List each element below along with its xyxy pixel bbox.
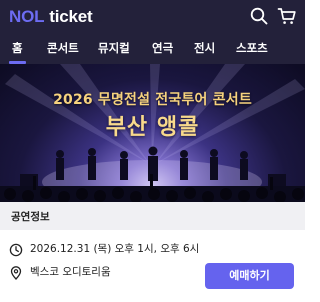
info-section-title: 공연정보 xyxy=(11,211,50,223)
tab-sports[interactable]: 스포츠 xyxy=(236,33,268,64)
app-header: NOL ticket xyxy=(0,0,305,33)
tab-exhibition[interactable]: 전시 xyxy=(194,33,215,64)
clock-icon xyxy=(9,242,23,257)
logo-ticket: ticket xyxy=(49,7,93,26)
concert-banner[interactable]: 2026 무명전설 전국투어 콘서트 부산 앵콜 xyxy=(0,64,305,202)
performance-datetime: 2026.12.31 (목) 오후 1시, 오후 6시 xyxy=(30,243,200,255)
category-nav: 홈 콘서트 뮤지컬 연극 전시 스포츠 xyxy=(0,33,305,64)
logo-nol: NOL xyxy=(9,7,45,26)
info-section-header: 공연정보 xyxy=(0,202,305,230)
search-icon[interactable] xyxy=(249,6,269,26)
cart-icon[interactable] xyxy=(277,6,297,26)
tab-concert[interactable]: 콘서트 xyxy=(47,33,79,64)
tab-home[interactable]: 홈 xyxy=(9,33,26,64)
banner-subtitle: 부산 앵콜 xyxy=(105,115,200,140)
tab-musical[interactable]: 뮤지컬 xyxy=(98,33,130,64)
app-logo[interactable]: NOL ticket xyxy=(9,7,93,26)
banner-title: 2026 무명전설 전국투어 콘서트 xyxy=(53,92,252,108)
book-button[interactable]: 예매하기 xyxy=(205,263,294,289)
tab-play[interactable]: 연극 xyxy=(152,33,173,64)
venue-name: 벡스코 오디토리움 xyxy=(30,266,111,278)
location-pin-icon xyxy=(9,265,23,280)
